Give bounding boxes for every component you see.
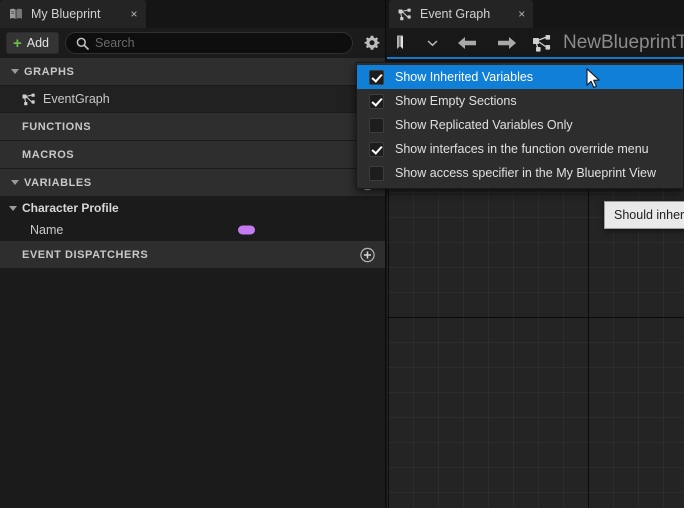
chevron-down-icon <box>426 39 438 47</box>
menu-item-show-interfaces-in-function-override-menu[interactable]: Show interfaces in the function override… <box>357 137 683 161</box>
variable-pin-type-icon[interactable] <box>238 225 255 235</box>
plus-icon: + <box>13 34 22 52</box>
search-input[interactable]: Search <box>65 32 353 54</box>
sidebar-section-variables-label: VARIABLES <box>24 176 92 189</box>
menu-item-label: Show Inherited Variables <box>395 70 534 84</box>
tab-my-blueprint-label: My Blueprint <box>31 7 101 21</box>
arrow-left-icon <box>456 36 478 50</box>
variable-name-label: Name <box>30 223 64 237</box>
active-tab-underline <box>387 57 684 59</box>
sidebar-section-functions[interactable]: FUNCTIONS <box>0 113 385 141</box>
search-icon <box>76 37 89 50</box>
sidebar-section-macros-label: MACROS <box>22 148 75 161</box>
search-placeholder: Search <box>95 36 135 50</box>
my-blueprint-toolbar: + Add Search <box>0 28 385 58</box>
tab-event-graph-label: Event Graph <box>420 7 491 21</box>
tooltip-text: Should inheri <box>614 208 684 222</box>
menu-item-show-empty-sections[interactable]: Show Empty Sections <box>357 89 683 113</box>
blueprint-editor-window: My Blueprint × + Add Search GRAPHS Event… <box>0 0 684 508</box>
menu-item-label: Show Replicated Variables Only <box>395 118 573 132</box>
settings-button[interactable] <box>359 30 385 56</box>
menu-item-label: Show interfaces in the function override… <box>395 142 649 156</box>
variable-row-name[interactable]: Name <box>0 219 385 241</box>
left-tab-strip: My Blueprint × <box>0 0 385 28</box>
my-blueprint-tree: GRAPHS EventGraph FUNCTIONS MACROS VARIA… <box>0 58 385 269</box>
navigate-forward-button[interactable] <box>487 28 527 59</box>
checkbox-unchecked-icon[interactable] <box>369 117 384 133</box>
navigate-back-button[interactable] <box>447 28 487 59</box>
variable-category-label: Character Profile <box>22 201 119 215</box>
sidebar-section-event-dispatchers-label: EVENT DISPATCHERS <box>22 248 149 261</box>
my-blueprint-settings-menu: Show Inherited Variables Show Empty Sect… <box>356 62 684 189</box>
sidebar-section-variables[interactable]: VARIABLES <box>0 169 385 197</box>
chevron-down-icon <box>6 201 20 215</box>
add-button[interactable]: + Add <box>6 32 60 54</box>
graph-breadcrumb-icon-button[interactable] <box>527 28 557 59</box>
sidebar-section-graphs[interactable]: GRAPHS <box>0 58 385 86</box>
tab-my-blueprint-close-icon[interactable]: × <box>130 8 137 20</box>
sidebar-section-macros[interactable]: MACROS <box>0 141 385 169</box>
bookmark-button[interactable] <box>387 28 417 59</box>
menu-item-show-inherited-variables[interactable]: Show Inherited Variables <box>357 65 683 89</box>
graph-breadcrumb-title[interactable]: NewBlueprintT <box>563 32 684 54</box>
chevron-down-icon <box>8 65 22 79</box>
tooltip: Should inheri <box>604 201 684 229</box>
bookmark-dropdown-button[interactable] <box>417 28 447 59</box>
tab-event-graph[interactable]: Event Graph × <box>389 0 534 28</box>
checkbox-checked-icon[interactable] <box>369 93 384 109</box>
chevron-down-icon <box>8 176 22 190</box>
blueprint-book-icon <box>9 8 23 20</box>
list-item-eventgraph[interactable]: EventGraph <box>0 86 385 113</box>
tab-event-graph-close-icon[interactable]: × <box>518 7 525 21</box>
checkbox-unchecked-icon[interactable] <box>369 165 384 181</box>
gear-icon <box>364 35 380 51</box>
sidebar-section-event-dispatchers[interactable]: EVENT DISPATCHERS <box>0 241 385 269</box>
event-graph-icon <box>398 8 412 21</box>
sidebar-section-functions-label: FUNCTIONS <box>22 120 92 133</box>
event-graph-icon <box>22 93 36 106</box>
add-button-label: Add <box>26 36 50 50</box>
menu-item-label: Show access specifier in the My Blueprin… <box>395 166 656 180</box>
menu-item-label: Show Empty Sections <box>395 94 517 108</box>
menu-item-show-replicated-variables-only[interactable]: Show Replicated Variables Only <box>357 113 683 137</box>
arrow-right-icon <box>496 36 518 50</box>
event-graph-icon <box>532 34 552 52</box>
add-event-dispatcher-button[interactable] <box>360 247 375 262</box>
menu-item-show-access-specifier-in-my-blueprint-view[interactable]: Show access specifier in the My Blueprin… <box>357 161 683 185</box>
list-item-eventgraph-label: EventGraph <box>43 92 110 106</box>
tab-my-blueprint[interactable]: My Blueprint × <box>0 0 146 28</box>
checkbox-checked-icon[interactable] <box>369 69 384 85</box>
graph-toolbar: NewBlueprintT <box>387 28 684 59</box>
graph-tab-strip: Event Graph × <box>387 0 684 28</box>
checkbox-checked-icon[interactable] <box>369 141 384 157</box>
my-blueprint-panel: My Blueprint × + Add Search GRAPHS Event… <box>0 0 386 508</box>
variable-category-character-profile[interactable]: Character Profile <box>0 197 385 219</box>
bookmark-icon <box>395 35 410 51</box>
sidebar-section-graphs-label: GRAPHS <box>24 65 75 78</box>
